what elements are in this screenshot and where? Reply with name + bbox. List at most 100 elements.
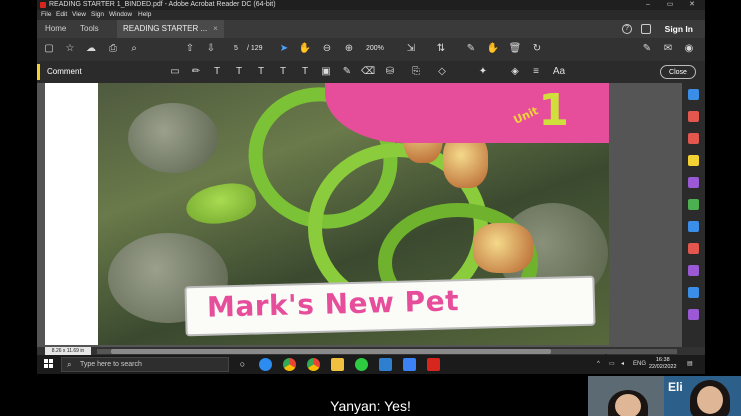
export-pdf-icon[interactable]: [688, 89, 699, 100]
cloud-upload-icon[interactable]: ☁: [84, 42, 98, 56]
menu-bar: File Edit View Sign Window Help: [37, 10, 705, 20]
zoom-out-icon[interactable]: ⊖: [320, 42, 334, 56]
rotate-icon[interactable]: ↻: [530, 42, 544, 56]
print-icon[interactable]: ⎙: [106, 42, 120, 56]
menu-window[interactable]: Window: [109, 10, 132, 20]
clock-date: 22/02/2022: [649, 364, 677, 370]
taskbar-search-input[interactable]: ⌕ Type here to search: [61, 357, 229, 372]
menu-edit[interactable]: Edit: [56, 10, 67, 20]
horizontal-scrollbar[interactable]: [97, 349, 677, 354]
menu-help[interactable]: Help: [138, 10, 151, 20]
tab-home[interactable]: Home: [45, 20, 66, 38]
chrome-app-icon[interactable]: [283, 358, 296, 371]
help-icon[interactable]: ?: [622, 24, 632, 34]
comment-toolbar: Comment ▭ ✏ T T T T T ▣ ✎ ⌫ ⛁ ⎘ ◇ ✦ ◈ ≡ …: [37, 61, 705, 83]
taskbar-clock[interactable]: 16:38 22/02/2022: [649, 357, 677, 371]
blue-app-icon[interactable]: [379, 358, 392, 371]
edit-pen-icon[interactable]: ✎: [640, 42, 654, 56]
tab-document[interactable]: READING STARTER ... ×: [117, 20, 224, 38]
scroll-mode-icon[interactable]: ⇅: [434, 42, 448, 56]
fit-page-icon[interactable]: ⇲: [404, 42, 418, 56]
language-indicator[interactable]: ENG: [633, 355, 646, 374]
stamp-icon[interactable]: ✋: [486, 42, 500, 56]
underline-text-icon[interactable]: T: [210, 65, 224, 79]
edit-pdf-icon[interactable]: [688, 133, 699, 144]
tab-tools[interactable]: Tools: [80, 20, 99, 38]
caption-text: Yanyan: Yes!: [330, 398, 411, 414]
select-cursor-icon[interactable]: ➤: [277, 42, 291, 56]
wechat-app-icon[interactable]: [355, 358, 368, 371]
scrollbar-thumb[interactable]: [111, 349, 551, 354]
windows-start-icon[interactable]: [44, 359, 54, 369]
pencil-icon[interactable]: ✎: [340, 65, 354, 79]
previous-page-icon[interactable]: ⇧: [183, 42, 197, 56]
account-icon[interactable]: ◉: [682, 42, 696, 56]
zoom-in-icon[interactable]: ⊕: [342, 42, 356, 56]
hand-tool-icon[interactable]: ✋: [298, 42, 312, 56]
highlight-icon[interactable]: ✏: [189, 65, 203, 79]
text-box-icon[interactable]: ▣: [319, 65, 333, 79]
organize-pages-icon[interactable]: [688, 199, 699, 210]
protect-icon[interactable]: [688, 243, 699, 254]
compress-pdf-icon[interactable]: [688, 221, 699, 232]
pin-icon[interactable]: ✦: [476, 65, 490, 79]
store-app-icon[interactable]: [403, 358, 416, 371]
volume-icon[interactable]: ◂: [621, 355, 624, 374]
menu-view[interactable]: View: [72, 10, 86, 20]
windows-taskbar: ⌕ Type here to search ○ ^ ▭ ◂ ENG 16:38 …: [37, 355, 705, 374]
tab-close-icon[interactable]: ×: [213, 24, 218, 33]
zoom-level-select[interactable]: 200%: [366, 43, 384, 55]
current-page-input[interactable]: 5: [227, 43, 245, 55]
save-icon[interactable]: ▢: [42, 42, 56, 56]
next-page-icon[interactable]: ⇩: [204, 42, 218, 56]
task-view-icon[interactable]: ○: [236, 358, 249, 371]
combine-files-icon[interactable]: [688, 177, 699, 188]
delete-icon[interactable]: 🗑: [508, 42, 522, 56]
clock-time: 16:38: [655, 357, 670, 363]
fill-sign-icon[interactable]: [688, 265, 699, 276]
send-for-signature-icon[interactable]: [688, 287, 699, 298]
right-tools-pane: [682, 83, 705, 347]
bookmark-star-icon[interactable]: ☆: [63, 42, 77, 56]
font-size-icon[interactable]: Aa: [550, 65, 568, 79]
tab-bar: Home Tools READING STARTER ... × ? Sign I…: [37, 20, 705, 38]
insert-text-icon[interactable]: T: [276, 65, 290, 79]
sign-icon[interactable]: ✎: [464, 42, 478, 56]
replace-text-icon[interactable]: T: [254, 65, 268, 79]
eraser-icon[interactable]: ⌫: [361, 65, 375, 79]
add-text-icon[interactable]: T: [298, 65, 312, 79]
acrobat-taskbar-icon[interactable]: [427, 358, 440, 371]
tray-chevron-icon[interactable]: ^: [597, 355, 600, 374]
close-window-button[interactable]: ✕: [681, 0, 703, 10]
page-separator: /: [246, 45, 249, 52]
strikethrough-text-icon[interactable]: T: [232, 65, 246, 79]
page-title: Mark's New Pet: [206, 284, 460, 324]
zoom-app-icon[interactable]: [259, 358, 272, 371]
document-viewport[interactable]: Unit 1 Mark's New Pet: [37, 83, 682, 373]
comment-label: Comment: [47, 67, 82, 76]
close-comment-button[interactable]: Close: [660, 65, 696, 79]
line-weight-icon[interactable]: ≡: [529, 65, 543, 79]
search-icon[interactable]: ⌕: [127, 42, 141, 56]
fill-color-icon[interactable]: ◈: [508, 65, 522, 79]
menu-sign[interactable]: Sign: [91, 10, 104, 20]
more-tools-icon[interactable]: [688, 309, 699, 320]
sign-in-button[interactable]: Sign In: [665, 20, 693, 38]
window-title: READING STARTER 1_BINDED.pdf - Adobe Acr…: [49, 1, 276, 8]
menu-file[interactable]: File: [41, 10, 51, 20]
minimize-button[interactable]: –: [637, 0, 659, 10]
shapes-icon[interactable]: ◇: [435, 65, 449, 79]
sticky-note-icon[interactable]: ▭: [168, 65, 182, 79]
notification-center-icon[interactable]: ▤: [687, 355, 693, 374]
comment-tool-icon[interactable]: [688, 155, 699, 166]
email-icon[interactable]: ✉: [661, 42, 675, 56]
stamp-tool-icon[interactable]: ⛁: [383, 65, 397, 79]
notification-bell-icon[interactable]: [641, 24, 651, 34]
create-pdf-icon[interactable]: [688, 111, 699, 122]
maximize-button[interactable]: ▭: [659, 0, 681, 10]
chrome-app-icon[interactable]: [307, 358, 320, 371]
network-icon[interactable]: ▭: [609, 355, 615, 374]
pinecone-image: [473, 223, 533, 273]
file-explorer-icon[interactable]: [331, 358, 344, 371]
attach-file-icon[interactable]: ⎘: [409, 65, 423, 79]
